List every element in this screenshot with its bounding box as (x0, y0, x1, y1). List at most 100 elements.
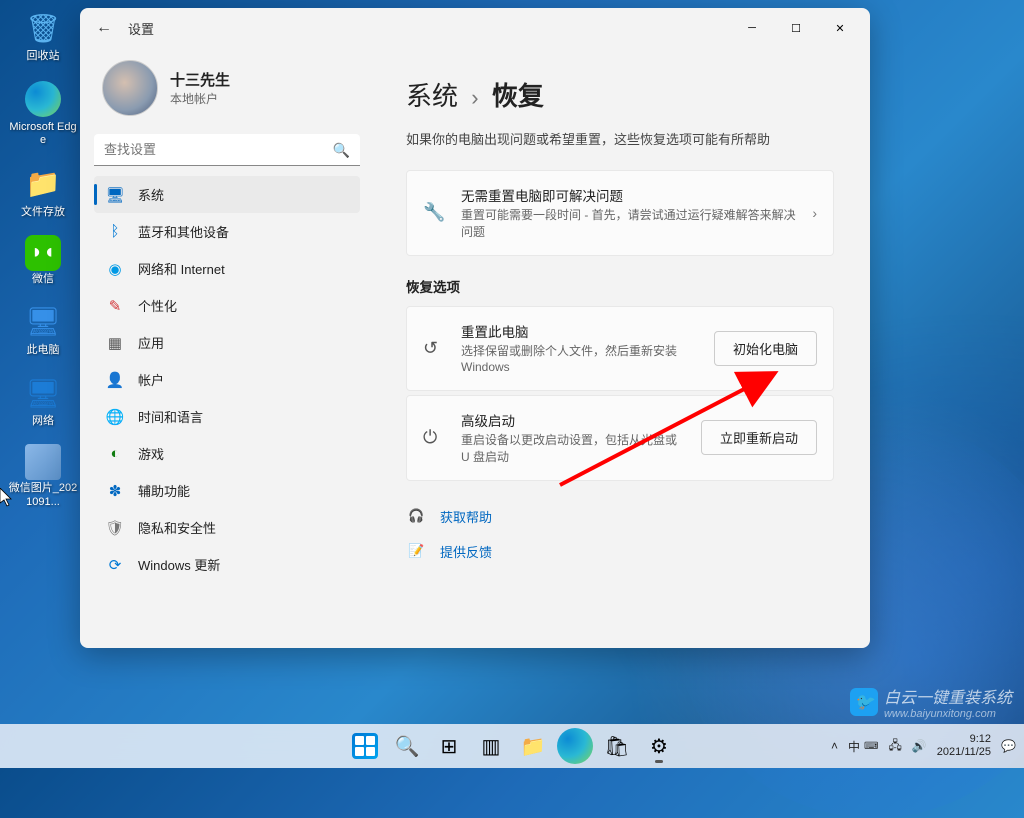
volume-tray-icon[interactable]: 🔊 (912, 739, 927, 753)
nav-label: 帐户 (138, 370, 164, 389)
window-title: 设置 (128, 19, 154, 38)
nav-list: 🖥 系统 ᛒ 蓝牙和其他设备 ◉ 网络和 Internet ✎ 个性化 ▦ 应用 👤 帐户 🌐 时间和语言… (94, 176, 360, 583)
avatar (102, 60, 158, 116)
desktop-icon-recycle-bin[interactable]: 🗑 回收站 (8, 8, 78, 63)
advanced-startup-card: ⏻ 高级启动 重启设备以更改启动设置，包括从光盘或 U 盘启动 立即重新启动 (406, 395, 834, 481)
search-button[interactable]: 🔍 (388, 727, 426, 765)
clock[interactable]: 9:12 2021/11/25 (937, 733, 991, 759)
nav-icon: 👤 (106, 371, 124, 389)
taskbar: 🔍 ⊞ ▥ 📁 🛍 ⚙ ˄ 中 ⌨ 🖧 🔊 9:12 2021/11/25 💬 (0, 724, 1024, 768)
edge-icon (23, 79, 63, 119)
feedback-icon: 📝 (408, 543, 426, 559)
nav-item-2[interactable]: ◉ 网络和 Internet (94, 250, 360, 287)
minimize-button[interactable]: ─ (730, 13, 774, 43)
wechat-icon: ◗◖ (25, 235, 61, 271)
wrench-icon: 🔧 (423, 202, 445, 223)
ime-indicator[interactable]: 中 ⌨ (848, 738, 878, 755)
nav-item-8[interactable]: ✽ 辅助功能 (94, 472, 360, 509)
watermark: 🐦 白云一键重装系统 www.baiyunxitong.com (850, 684, 1012, 720)
user-info[interactable]: 十三先生 本地帐户 (94, 60, 360, 116)
search-box: 🔍 (94, 134, 360, 166)
nav-icon: ⟳ (106, 556, 124, 574)
user-type: 本地帐户 (170, 90, 230, 107)
search-icon[interactable]: 🔍 (333, 142, 350, 159)
reset-pc-card: ↺ 重置此电脑 选择保留或删除个人文件，然后重新安装 Windows 初始化电脑 (406, 306, 834, 392)
nav-item-1[interactable]: ᛒ 蓝牙和其他设备 (94, 213, 360, 250)
nav-icon: ᛒ (106, 223, 124, 241)
nav-item-3[interactable]: ✎ 个性化 (94, 287, 360, 324)
nav-icon: 🌐 (106, 408, 124, 426)
content: 系统 › 恢复 如果你的电脑出现问题或希望重置，这些恢复选项可能有所帮助 🔧 无… (370, 48, 870, 648)
troubleshoot-card[interactable]: 🔧 无需重置电脑即可解决问题 重置可能需要一段时间 - 首先，请尝试通过运行疑难… (406, 170, 834, 256)
desktop-icon-image[interactable]: 微信图片_2021091... (8, 444, 78, 508)
nav-label: 系统 (138, 185, 164, 204)
nav-label: 隐私和安全性 (138, 518, 216, 537)
maximize-button[interactable]: ☐ (774, 13, 818, 43)
store-button[interactable]: 🛍 (598, 727, 636, 765)
reset-icon: ↺ (423, 338, 445, 359)
settings-taskbar-button[interactable]: ⚙ (640, 727, 678, 765)
desktop-icon-folder[interactable]: 📁 文件存放 (8, 164, 78, 219)
recycle-bin-icon: 🗑 (23, 8, 63, 48)
pc-icon: 🖥 (23, 302, 63, 342)
desktop-icon-wechat[interactable]: ◗◖ 微信 (8, 235, 78, 286)
nav-item-9[interactable]: 🛡隐私和安全性 (94, 509, 360, 546)
nav-icon: ▦ (106, 334, 124, 352)
nav-label: 游戏 (138, 444, 164, 463)
nav-label: 时间和语言 (138, 407, 203, 426)
nav-icon: ✎ (106, 297, 124, 315)
restart-now-button[interactable]: 立即重新启动 (701, 420, 817, 455)
breadcrumb-current: 恢复 (492, 81, 544, 111)
nav-item-10[interactable]: ⟳ Windows 更新 (94, 546, 360, 583)
power-icon: ⏻ (423, 427, 445, 448)
nav-icon: ✽ (106, 482, 124, 500)
widgets-button[interactable]: ▥ (472, 727, 510, 765)
user-name: 十三先生 (170, 69, 230, 90)
desktop-icon-this-pc[interactable]: 🖥 此电脑 (8, 302, 78, 357)
nav-item-5[interactable]: 👤 帐户 (94, 361, 360, 398)
nav-label: 个性化 (138, 296, 177, 315)
tray-chevron[interactable]: ˄ (831, 739, 838, 753)
help-icon: 🎧 (408, 508, 426, 524)
close-button[interactable]: ✕ (818, 13, 862, 43)
nav-label: Windows 更新 (138, 555, 220, 574)
breadcrumb-parent[interactable]: 系统 (406, 81, 458, 111)
system-tray: ˄ 中 ⌨ 🖧 🔊 9:12 2021/11/25 💬 (831, 733, 1016, 759)
settings-window: ← 设置 ─ ☐ ✕ 十三先生 本地帐户 🔍 🖥 系统 ᛒ 蓝牙和其他设备 ◉ 网络和 I… (80, 8, 870, 648)
notifications-button[interactable]: 💬 (1001, 739, 1016, 753)
reset-pc-button[interactable]: 初始化电脑 (714, 331, 817, 366)
nav-item-0[interactable]: 🖥 系统 (94, 176, 360, 213)
explorer-button[interactable]: 📁 (514, 727, 552, 765)
breadcrumb: 系统 › 恢复 (406, 76, 834, 113)
network-tray-icon[interactable]: 🖧 (888, 736, 901, 757)
desktop-icon-network[interactable]: 🖥 网络 (8, 373, 78, 428)
nav-item-7[interactable]: ◐ 游戏 (94, 435, 360, 472)
desktop-icon-edge[interactable]: Microsoft Edge (8, 79, 78, 147)
mouse-cursor (0, 488, 16, 513)
image-file-icon (25, 444, 61, 480)
twitter-icon: 🐦 (850, 688, 878, 716)
network-icon: 🖥 (23, 373, 63, 413)
desktop-icons: 🗑 回收站 Microsoft Edge 📁 文件存放 ◗◖ 微信 🖥 此电脑 … (8, 8, 78, 525)
nav-icon: ◉ (106, 260, 124, 278)
start-button[interactable] (346, 727, 384, 765)
edge-taskbar-button[interactable] (556, 727, 594, 765)
get-help-link[interactable]: 🎧 获取帮助 (406, 499, 834, 534)
chevron-right-icon: › (471, 85, 478, 110)
search-input[interactable] (94, 134, 360, 166)
nav-item-6[interactable]: 🌐 时间和语言 (94, 398, 360, 435)
back-button[interactable]: ← (88, 19, 120, 37)
nav-icon: 🖥 (106, 186, 124, 204)
sidebar: 十三先生 本地帐户 🔍 🖥 系统 ᛒ 蓝牙和其他设备 ◉ 网络和 Internet ✎ 个性化… (80, 48, 370, 648)
page-subtitle: 如果你的电脑出现问题或希望重置，这些恢复选项可能有所帮助 (406, 129, 834, 148)
nav-label: 辅助功能 (138, 481, 190, 500)
feedback-link[interactable]: 📝 提供反馈 (406, 534, 834, 569)
task-view-button[interactable]: ⊞ (430, 727, 468, 765)
chevron-right-icon: › (812, 205, 817, 221)
nav-item-4[interactable]: ▦ 应用 (94, 324, 360, 361)
nav-label: 应用 (138, 333, 164, 352)
recovery-section-title: 恢复选项 (406, 276, 834, 296)
nav-label: 蓝牙和其他设备 (138, 222, 229, 241)
nav-label: 网络和 Internet (138, 259, 225, 278)
nav-icon: ◐ (106, 445, 124, 463)
